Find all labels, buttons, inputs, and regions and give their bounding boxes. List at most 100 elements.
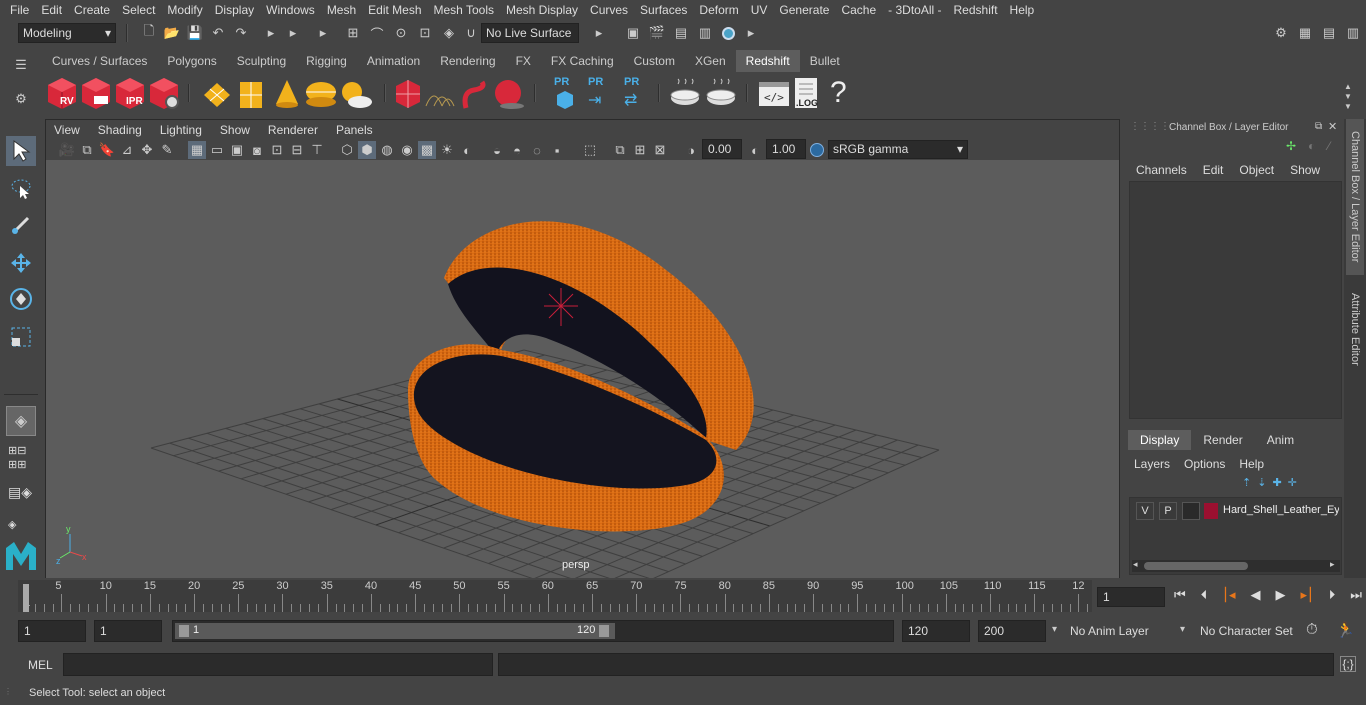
- end-time-field[interactable]: 200: [978, 620, 1046, 642]
- channel-menu-edit[interactable]: Edit: [1195, 161, 1232, 179]
- playback-start-field[interactable]: 1: [94, 620, 162, 642]
- gear-icon[interactable]: ⚙: [12, 90, 30, 108]
- speed-icon[interactable]: ◐: [1308, 139, 1315, 153]
- manipulator-icon[interactable]: ✢: [1286, 139, 1296, 153]
- redshift-batch-button[interactable]: [80, 76, 112, 110]
- single-pane-layout-button[interactable]: ⊞⊟ ⊞⊞: [8, 444, 36, 472]
- chevron-down-icon[interactable]: ▾: [1180, 624, 1185, 635]
- gamma-field[interactable]: 1.00: [766, 139, 806, 159]
- camera-attr-icon[interactable]: ⧉: [78, 141, 96, 159]
- close-icon[interactable]: ✕: [1328, 120, 1337, 133]
- step-forward-key-icon[interactable]: ▸⎮: [1300, 587, 1313, 607]
- anim-layer-dropdown[interactable]: No Anim Layer: [1066, 620, 1166, 642]
- range-right-grip[interactable]: [599, 625, 609, 637]
- tab-curves-surfaces[interactable]: Curves / Surfaces: [42, 50, 157, 72]
- range-left-grip[interactable]: [179, 625, 189, 637]
- shelf-scroll[interactable]: ▲ ▼ ▼: [1344, 82, 1354, 112]
- wireframe-on-shaded-icon[interactable]: ◍: [378, 141, 396, 159]
- use-all-lights-icon[interactable]: ▩: [418, 141, 436, 159]
- step-forward-icon[interactable]: ⏵: [1329, 587, 1336, 607]
- xray-joints-icon[interactable]: ⧉: [611, 141, 629, 159]
- paint-select-tool-button[interactable]: [6, 210, 36, 240]
- film-gate-icon[interactable]: ▭: [208, 141, 226, 159]
- viewport-menu-show[interactable]: Show: [211, 123, 259, 137]
- viewport-menu-view[interactable]: View: [46, 123, 89, 137]
- menu-modify[interactable]: Modify: [161, 3, 208, 17]
- select-tool-button[interactable]: [6, 136, 36, 166]
- menu-edit[interactable]: Edit: [35, 3, 68, 17]
- render-view-icon[interactable]: ▣: [624, 24, 642, 42]
- layer-tab-display[interactable]: Display: [1128, 430, 1192, 450]
- gamma-icon[interactable]: ◐: [746, 141, 764, 159]
- arrow-right-icon[interactable]: ▸: [314, 24, 332, 42]
- redshift-pr-object-button[interactable]: PR: [552, 76, 578, 112]
- soft-select-button[interactable]: ◈: [6, 406, 36, 436]
- menu-windows[interactable]: Windows: [260, 3, 321, 17]
- gate-mask-icon[interactable]: ◙: [248, 141, 266, 159]
- redshift-bake-set-button[interactable]: [704, 78, 738, 110]
- live-surface-field[interactable]: No Live Surface: [481, 23, 579, 43]
- outliner-layout-button[interactable]: ◈: [8, 518, 36, 532]
- new-layer-icon[interactable]: ✚: [1272, 476, 1281, 492]
- xray-active-icon[interactable]: ⊞: [631, 141, 649, 159]
- menu-3dtoall[interactable]: - 3DtoAll -: [882, 3, 947, 17]
- redshift-hair-button[interactable]: [424, 82, 456, 108]
- layer-menu-help[interactable]: Help: [1232, 455, 1271, 473]
- scroll-left-icon[interactable]: ◂: [1133, 559, 1138, 570]
- image-plane-icon[interactable]: ⊿: [118, 141, 136, 159]
- redshift-sun-sky-button[interactable]: [338, 78, 374, 110]
- snap-point-icon[interactable]: ⊙: [392, 24, 410, 42]
- shadows-icon[interactable]: ☀: [438, 141, 456, 159]
- move-tool-button[interactable]: [6, 248, 36, 278]
- go-to-end-icon[interactable]: ⏭: [1350, 587, 1362, 607]
- redo-icon[interactable]: ↷: [232, 24, 250, 42]
- tab-rigging[interactable]: Rigging: [296, 50, 357, 72]
- menu-help[interactable]: Help: [1004, 3, 1041, 17]
- field-chart-icon[interactable]: ⊡: [268, 141, 286, 159]
- shelf-menu-icon[interactable]: ☰: [12, 56, 30, 74]
- render-settings-icon[interactable]: ▥: [696, 24, 714, 42]
- viewport-menu-shading[interactable]: Shading: [89, 123, 151, 137]
- channel-list[interactable]: [1129, 181, 1342, 419]
- mode-dropdown[interactable]: Modeling ▾: [18, 23, 116, 43]
- tab-xgen[interactable]: XGen: [685, 50, 736, 72]
- layer-tab-render[interactable]: Render: [1191, 430, 1254, 450]
- script-editor-icon[interactable]: {;}: [1340, 656, 1356, 672]
- menu-edit-mesh[interactable]: Edit Mesh: [362, 3, 427, 17]
- playback-end-field[interactable]: 120: [902, 620, 970, 642]
- channel-menu-object[interactable]: Object: [1231, 161, 1282, 179]
- drag-handle-icon[interactable]: ⋮: [4, 687, 12, 696]
- move-layer-up-icon[interactable]: ⇡: [1242, 476, 1251, 492]
- isolate-select-icon[interactable]: ▪: [548, 141, 566, 159]
- motion-blur-icon[interactable]: ◒: [488, 141, 506, 159]
- mel-input[interactable]: [63, 653, 493, 676]
- two-pane-layout-button[interactable]: ▤◈: [8, 484, 36, 508]
- bookmark-icon[interactable]: 🔖: [98, 141, 116, 159]
- current-time-marker[interactable]: [23, 584, 29, 612]
- xray-icon[interactable]: ⬚: [581, 141, 599, 159]
- redshift-code-button[interactable]: </>: [758, 80, 790, 108]
- viewport-menu-renderer[interactable]: Renderer: [259, 123, 327, 137]
- safe-title-icon[interactable]: ⊤: [308, 141, 326, 159]
- range-slider-handle[interactable]: 1 120: [175, 623, 615, 639]
- character-set-dropdown[interactable]: No Character Set: [1196, 620, 1298, 642]
- scroll-right-icon[interactable]: ▸: [1330, 559, 1335, 570]
- wireframe-icon[interactable]: ⬡: [338, 141, 356, 159]
- ambient-occlusion-icon[interactable]: ◐: [458, 141, 476, 159]
- magnet-icon[interactable]: ∪: [462, 24, 480, 42]
- redshift-log-button[interactable]: .LOG: [792, 76, 822, 112]
- redshift-volume-button[interactable]: [238, 80, 264, 110]
- tab-channel-box[interactable]: Channel Box / Layer Editor: [1346, 119, 1364, 275]
- layout-icon[interactable]: ▦: [1296, 24, 1314, 42]
- redshift-rv-button[interactable]: RV: [46, 76, 78, 110]
- menu-generate[interactable]: Generate: [773, 3, 835, 17]
- exposure-icon[interactable]: ◑: [682, 141, 700, 159]
- snap-surface-icon[interactable]: ◈: [440, 24, 458, 42]
- backface-culling-icon[interactable]: ⊠: [651, 141, 669, 159]
- redshift-proxy-button[interactable]: [202, 80, 232, 110]
- depth-of-field-icon[interactable]: ◌: [528, 141, 546, 159]
- menu-uv[interactable]: UV: [745, 3, 774, 17]
- menu-curves[interactable]: Curves: [584, 3, 634, 17]
- rotate-tool-button[interactable]: [6, 284, 36, 314]
- new-scene-icon[interactable]: 🗋: [140, 23, 158, 42]
